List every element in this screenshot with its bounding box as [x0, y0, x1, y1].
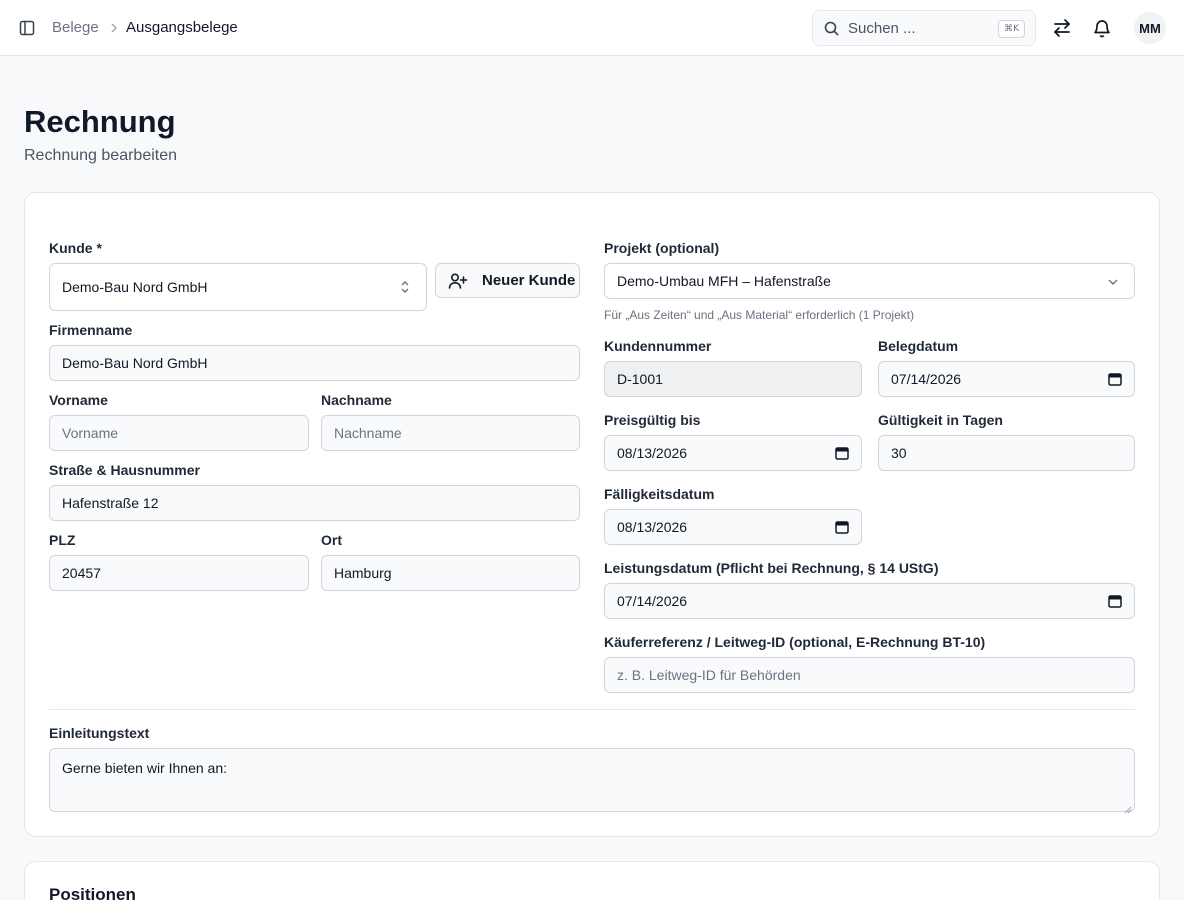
new-customer-label: Neuer Kunde: [482, 272, 576, 289]
valid-until-value: 08/13/2026: [617, 445, 688, 461]
project-label: Projekt (optional): [604, 240, 720, 256]
city-label: Ort: [321, 532, 342, 548]
document-date-field[interactable]: 07/14/2026: [878, 361, 1135, 397]
intro-text-area[interactable]: Gerne bieten wir Ihnen an:: [49, 748, 1135, 814]
due-date-field[interactable]: 08/13/2026: [604, 509, 862, 545]
intro-text-value: Gerne bieten wir Ihnen an:: [62, 760, 227, 776]
positions-card: Positionen: [24, 861, 1160, 900]
top-bar: Belege Ausgangsbelege Suchen ... ⌘K MM: [0, 0, 1184, 56]
breadcrumb-ausgangsbelege: Ausgangsbelege: [126, 19, 238, 36]
calendar-icon[interactable]: [1108, 372, 1122, 386]
service-date-value: 07/14/2026: [617, 593, 688, 609]
positions-title: Positionen: [49, 885, 136, 900]
bell-icon[interactable]: [1090, 16, 1114, 40]
customer-label: Kunde *: [49, 240, 102, 256]
invoice-form-card: Kunde * Demo-Bau Nord GmbH Neuer Kunde F…: [24, 192, 1160, 837]
swap-icon[interactable]: [1050, 16, 1074, 40]
chevron-up-down-icon: [398, 279, 412, 298]
document-date-value: 07/14/2026: [891, 371, 962, 387]
resize-handle-icon[interactable]: [1124, 801, 1132, 814]
buyer-reference-label: Käuferreferenz / Leitweg-ID (optional, E…: [604, 634, 986, 650]
zip-field[interactable]: 20457: [49, 555, 309, 591]
section-divider: [49, 709, 1135, 710]
project-select-value: Demo-Umbau MFH – Hafenstraße: [617, 273, 831, 289]
validity-days-label: Gültigkeit in Tagen: [878, 412, 1003, 428]
buyer-reference-field[interactable]: z. B. Leitweg-ID für Behörden: [604, 657, 1135, 693]
customer-select-value: Demo-Bau Nord GmbH: [62, 279, 208, 295]
search-placeholder: Suchen ...: [848, 20, 916, 37]
street-field[interactable]: Hafenstraße 12: [49, 485, 580, 521]
first-name-label: Vorname: [49, 392, 108, 408]
calendar-icon[interactable]: [1108, 594, 1122, 608]
page-subtitle: Rechnung bearbeiten: [24, 147, 178, 164]
project-hint: Für „Aus Zeiten“ und „Aus Material“ erfo…: [604, 308, 915, 322]
new-customer-button[interactable]: Neuer Kunde: [435, 263, 580, 298]
intro-text-label: Einleitungstext: [49, 725, 150, 741]
user-plus-icon: [448, 272, 468, 290]
customer-number-label: Kundennummer: [604, 338, 712, 354]
last-name-field[interactable]: Nachname: [321, 415, 580, 451]
chevron-down-icon: [1106, 275, 1120, 292]
city-field[interactable]: Hamburg: [321, 555, 580, 591]
chevron-right-icon: [108, 19, 122, 37]
last-name-label: Nachname: [321, 392, 392, 408]
service-date-label: Leistungsdatum (Pflicht bei Rechnung, § …: [604, 560, 939, 576]
search-shortcut: ⌘K: [998, 20, 1025, 38]
valid-until-field[interactable]: 08/13/2026: [604, 435, 862, 471]
company-field[interactable]: Demo-Bau Nord GmbH: [49, 345, 580, 381]
search-icon: [823, 20, 841, 38]
avatar[interactable]: MM: [1134, 12, 1166, 44]
document-date-label: Belegdatum: [878, 338, 959, 354]
breadcrumb-belege[interactable]: Belege: [52, 19, 99, 36]
calendar-icon[interactable]: [835, 520, 849, 534]
company-label: Firmenname: [49, 322, 133, 338]
first-name-field[interactable]: Vorname: [49, 415, 309, 451]
search-box[interactable]: Suchen ... ⌘K: [812, 10, 1036, 46]
calendar-icon[interactable]: [835, 446, 849, 460]
due-date-label: Fälligkeitsdatum: [604, 486, 715, 502]
customer-number-field: D-1001: [604, 361, 862, 397]
service-date-field[interactable]: 07/14/2026: [604, 583, 1135, 619]
valid-until-label: Preisgültig bis: [604, 412, 701, 428]
sidebar-toggle-icon[interactable]: [16, 17, 38, 39]
project-select[interactable]: Demo-Umbau MFH – Hafenstraße: [604, 263, 1135, 299]
customer-select[interactable]: Demo-Bau Nord GmbH: [49, 263, 427, 311]
page-title: Rechnung: [24, 104, 176, 139]
street-label: Straße & Hausnummer: [49, 462, 200, 478]
zip-label: PLZ: [49, 532, 76, 548]
validity-days-field[interactable]: 30: [878, 435, 1135, 471]
due-date-value: 08/13/2026: [617, 519, 688, 535]
